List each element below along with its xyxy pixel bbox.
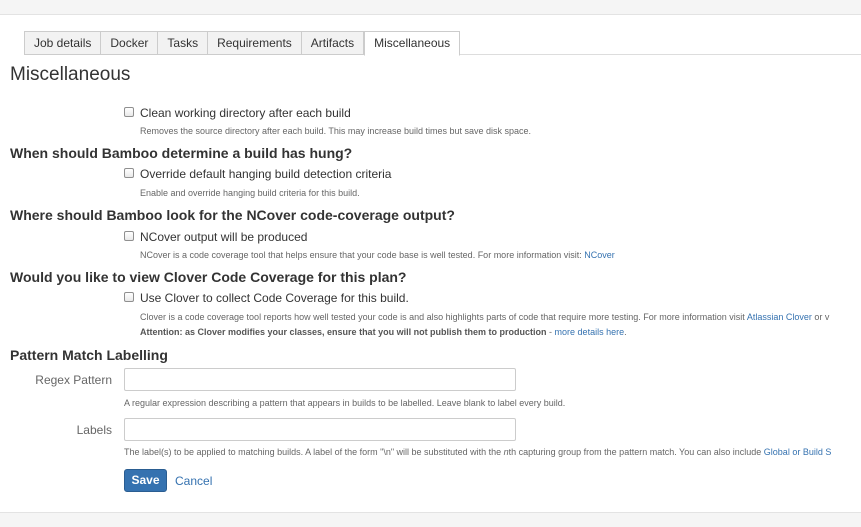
- labels-description-text-2: th capturing group from the pattern matc…: [508, 447, 764, 457]
- tab-job-details[interactable]: Job details: [24, 31, 101, 55]
- clover-label[interactable]: Use Clover to collect Code Coverage for …: [140, 291, 409, 305]
- top-bar: [0, 0, 861, 15]
- clover-checkbox[interactable]: [124, 292, 134, 302]
- ncover-description-text: NCover is a code coverage tool that help…: [140, 250, 585, 260]
- atlassian-clover-link[interactable]: Atlassian Clover: [747, 312, 812, 322]
- clover-heading: Would you like to view Clover Code Cover…: [10, 269, 407, 285]
- page-content: Job details Docker Tasks Requirements Ar…: [0, 15, 861, 512]
- page-title: Miscellaneous: [10, 64, 131, 85]
- ncover-heading: Where should Bamboo look for the NCover …: [10, 207, 455, 223]
- hung-build-heading: When should Bamboo determine a build has…: [10, 145, 353, 161]
- tab-miscellaneous[interactable]: Miscellaneous: [364, 31, 461, 56]
- clover-attention-text: Attention: as Clover modifies your class…: [140, 327, 547, 337]
- override-hanging-checkbox[interactable]: [124, 168, 134, 178]
- clean-working-directory-label[interactable]: Clean working directory after each build: [140, 106, 351, 120]
- more-details-link[interactable]: more details here: [555, 327, 625, 337]
- clean-working-directory-description: Removes the source directory after each …: [140, 126, 532, 136]
- clover-description: Clover is a code coverage tool reports h…: [140, 312, 829, 322]
- regex-pattern-input[interactable]: [124, 368, 516, 391]
- regex-pattern-label: Regex Pattern: [35, 373, 112, 387]
- labels-description-text-1: The label(s) to be applied to matching b…: [124, 447, 504, 457]
- clover-description-tail: or v: [811, 312, 830, 322]
- tab-requirements[interactable]: Requirements: [207, 31, 301, 55]
- clean-working-directory-checkbox[interactable]: [124, 107, 134, 117]
- ncover-label[interactable]: NCover output will be produced: [140, 230, 307, 244]
- ncover-description: NCover is a code coverage tool that help…: [140, 250, 615, 260]
- override-hanging-description: Enable and override hanging build criter…: [140, 188, 360, 198]
- ncover-link[interactable]: NCover: [584, 250, 615, 260]
- regex-pattern-description: A regular expression describing a patter…: [124, 398, 566, 408]
- override-hanging-label[interactable]: Override default hanging build detection…: [140, 167, 391, 181]
- save-button[interactable]: Save: [124, 469, 167, 492]
- global-build-link[interactable]: Global or Build S: [764, 447, 832, 457]
- bottom-bar: [0, 512, 861, 527]
- labels-input[interactable]: [124, 418, 516, 441]
- pattern-match-heading: Pattern Match Labelling: [10, 347, 168, 363]
- tab-docker[interactable]: Docker: [100, 31, 158, 55]
- clover-attention-end: .: [624, 327, 627, 337]
- clover-attention: Attention: as Clover modifies your class…: [140, 327, 627, 337]
- ncover-checkbox[interactable]: [124, 231, 134, 241]
- clover-description-text: Clover is a code coverage tool reports h…: [140, 312, 747, 322]
- labels-description: The label(s) to be applied to matching b…: [124, 447, 831, 457]
- cancel-link[interactable]: Cancel: [175, 474, 212, 488]
- tab-tasks[interactable]: Tasks: [157, 31, 208, 55]
- tab-artifacts[interactable]: Artifacts: [300, 31, 365, 55]
- tab-bar: Job details Docker Tasks Requirements Ar…: [24, 31, 461, 56]
- clover-attention-separator: -: [546, 327, 555, 337]
- labels-label: Labels: [76, 423, 112, 437]
